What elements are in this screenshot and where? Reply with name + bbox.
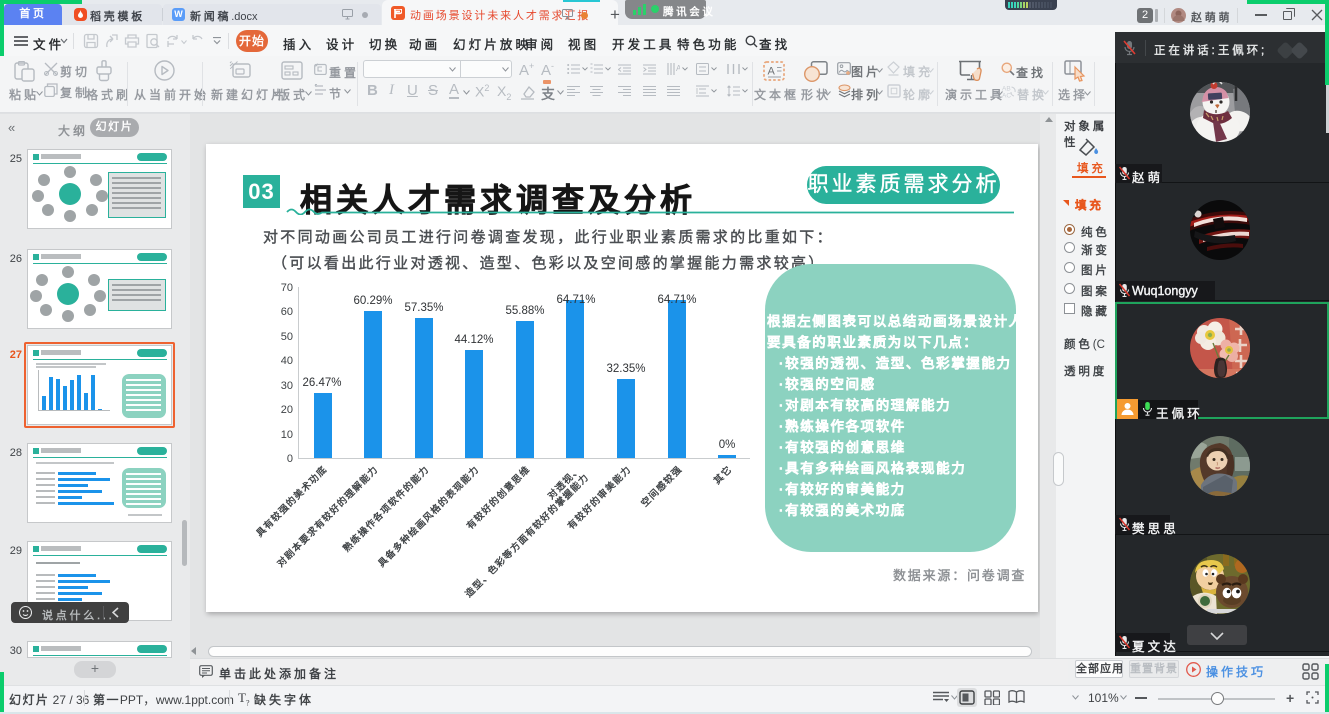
svg-text:A: A [768,66,776,78]
svg-text:A: A [676,64,680,73]
svg-text:AC: AC [1002,93,1011,99]
svg-text:AB: AB [1002,86,1011,93]
